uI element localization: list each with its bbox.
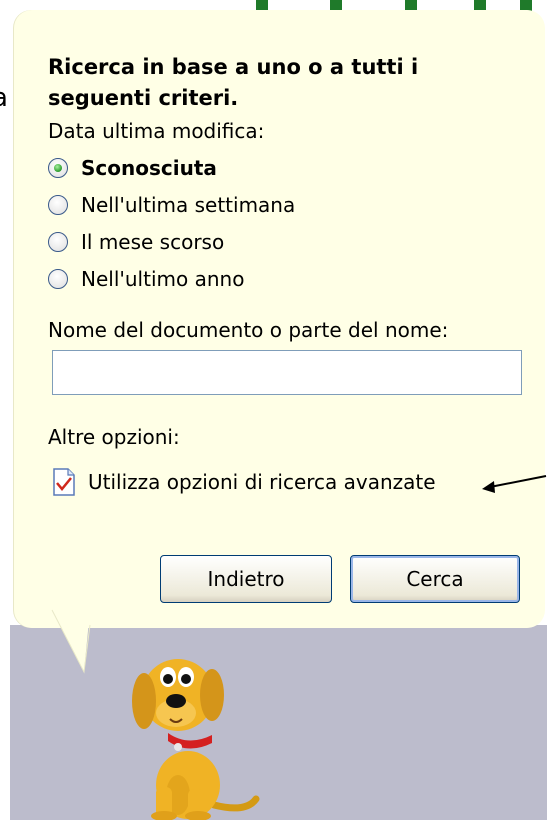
radio-last-month[interactable]: Il mese scorso [48, 226, 224, 258]
dog-assistant-icon [132, 659, 260, 820]
search-button[interactable]: Cerca [350, 555, 520, 603]
radio-icon[interactable] [48, 232, 68, 252]
radio-label: Il mese scorso [81, 230, 225, 254]
document-icon [53, 468, 75, 496]
document-name-input[interactable] [52, 350, 522, 395]
radio-last-year[interactable]: Nell'ultimo anno [48, 263, 244, 295]
radio-unknown[interactable]: Sconosciuta [48, 152, 217, 184]
advanced-search-link[interactable]: Utilizza opzioni di ricerca avanzate [88, 470, 436, 494]
radio-icon[interactable] [48, 195, 68, 215]
radio-label: Nell'ultima settimana [81, 193, 296, 217]
radio-selected-icon[interactable] [48, 158, 68, 178]
other-options-label: Altre opzioni: [48, 425, 180, 449]
radio-label: Sconosciuta [81, 156, 217, 180]
radio-label: Nell'ultimo anno [81, 267, 245, 291]
search-heading: Ricerca in base a uno o a tutti i seguen… [48, 55, 419, 110]
advanced-search-option[interactable]: Utilizza opzioni di ricerca avanzate [52, 468, 436, 496]
arrow-pointer [482, 475, 547, 493]
back-button[interactable]: Indietro [160, 555, 332, 603]
radio-icon[interactable] [48, 269, 68, 289]
radio-last-week[interactable]: Nell'ultima settimana [48, 189, 295, 221]
document-name-label: Nome del documento o parte del nome: [48, 318, 449, 342]
date-modified-label: Data ultima modifica: [48, 119, 265, 143]
